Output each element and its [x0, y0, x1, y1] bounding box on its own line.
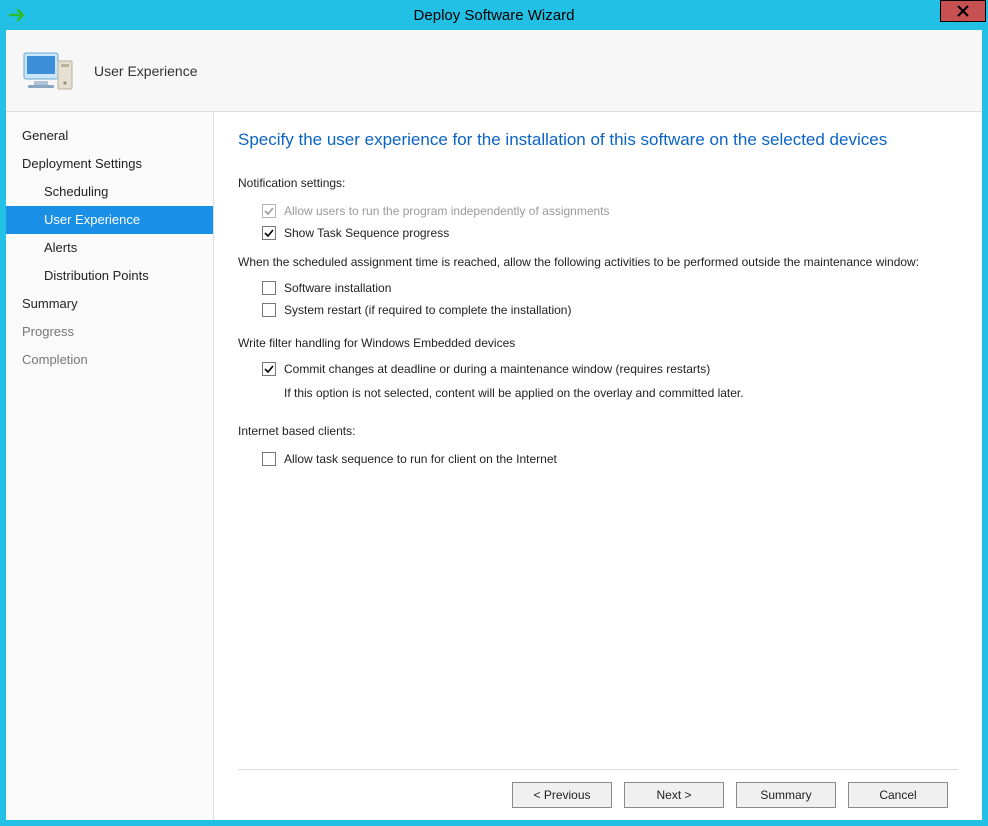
sidebar-item-progress: Progress	[6, 318, 213, 346]
next-button[interactable]: Next >	[624, 782, 724, 808]
internet-label: Allow task sequence to run for client on…	[284, 452, 557, 466]
maintenance-window-para: When the scheduled assignment time is re…	[238, 254, 958, 271]
page-title: User Experience	[94, 63, 198, 79]
main-heading: Specify the user experience for the inst…	[238, 128, 958, 152]
sidebar: GeneralDeployment SettingsSchedulingUser…	[6, 112, 214, 820]
sidebar-item-user-experience[interactable]: User Experience	[6, 206, 213, 234]
close-button[interactable]	[940, 0, 986, 22]
internet-row[interactable]: Allow task sequence to run for client on…	[262, 452, 958, 466]
sidebar-item-distribution-points[interactable]: Distribution Points	[6, 262, 213, 290]
system-restart-row[interactable]: System restart (if required to complete …	[262, 303, 958, 317]
show-progress-label: Show Task Sequence progress	[284, 226, 449, 240]
commit-changes-checkbox[interactable]	[262, 362, 276, 376]
content-area: Specify the user experience for the inst…	[238, 128, 958, 769]
allow-independent-checkbox	[262, 204, 276, 218]
titlebar: Deploy Software Wizard	[0, 0, 988, 30]
main-panel: Specify the user experience for the inst…	[214, 112, 982, 820]
software-install-label: Software installation	[284, 281, 391, 295]
cancel-button[interactable]: Cancel	[848, 782, 948, 808]
show-progress-checkbox[interactable]	[262, 226, 276, 240]
commit-changes-row[interactable]: Commit changes at deadline or during a m…	[262, 362, 958, 376]
close-icon	[956, 5, 970, 17]
show-progress-row[interactable]: Show Task Sequence progress	[262, 226, 958, 240]
check-icon	[264, 228, 274, 238]
computer-icon	[20, 47, 76, 95]
system-restart-label: System restart (if required to complete …	[284, 303, 571, 317]
forward-arrow-icon	[8, 7, 28, 23]
sidebar-item-alerts[interactable]: Alerts	[6, 234, 213, 262]
check-icon	[264, 206, 274, 216]
wizard-body: GeneralDeployment SettingsSchedulingUser…	[6, 112, 982, 820]
summary-button[interactable]: Summary	[736, 782, 836, 808]
sidebar-item-summary[interactable]: Summary	[6, 290, 213, 318]
window-title: Deploy Software Wizard	[0, 7, 988, 24]
sidebar-item-completion: Completion	[6, 346, 213, 374]
page-header: User Experience	[6, 30, 982, 112]
internet-checkbox[interactable]	[262, 452, 276, 466]
client-area: User Experience GeneralDeployment Settin…	[6, 30, 982, 820]
write-filter-label: Write filter handling for Windows Embedd…	[238, 335, 958, 352]
software-install-row[interactable]: Software installation	[262, 281, 958, 295]
commit-note: If this option is not selected, content …	[284, 386, 958, 400]
commit-changes-label: Commit changes at deadline or during a m…	[284, 362, 710, 376]
check-icon	[264, 364, 274, 374]
software-install-checkbox[interactable]	[262, 281, 276, 295]
button-bar: < Previous Next > Summary Cancel	[238, 769, 958, 820]
notification-settings-label: Notification settings:	[238, 176, 958, 190]
sidebar-item-general[interactable]: General	[6, 122, 213, 150]
internet-clients-label: Internet based clients:	[238, 424, 958, 438]
previous-button[interactable]: < Previous	[512, 782, 612, 808]
allow-independent-label: Allow users to run the program independe…	[284, 204, 610, 218]
wizard-window: Deploy Software Wizard User Experience	[0, 0, 988, 826]
system-restart-checkbox[interactable]	[262, 303, 276, 317]
allow-independent-row: Allow users to run the program independe…	[262, 204, 958, 218]
sidebar-item-deployment-settings[interactable]: Deployment Settings	[6, 150, 213, 178]
sidebar-item-scheduling[interactable]: Scheduling	[6, 178, 213, 206]
